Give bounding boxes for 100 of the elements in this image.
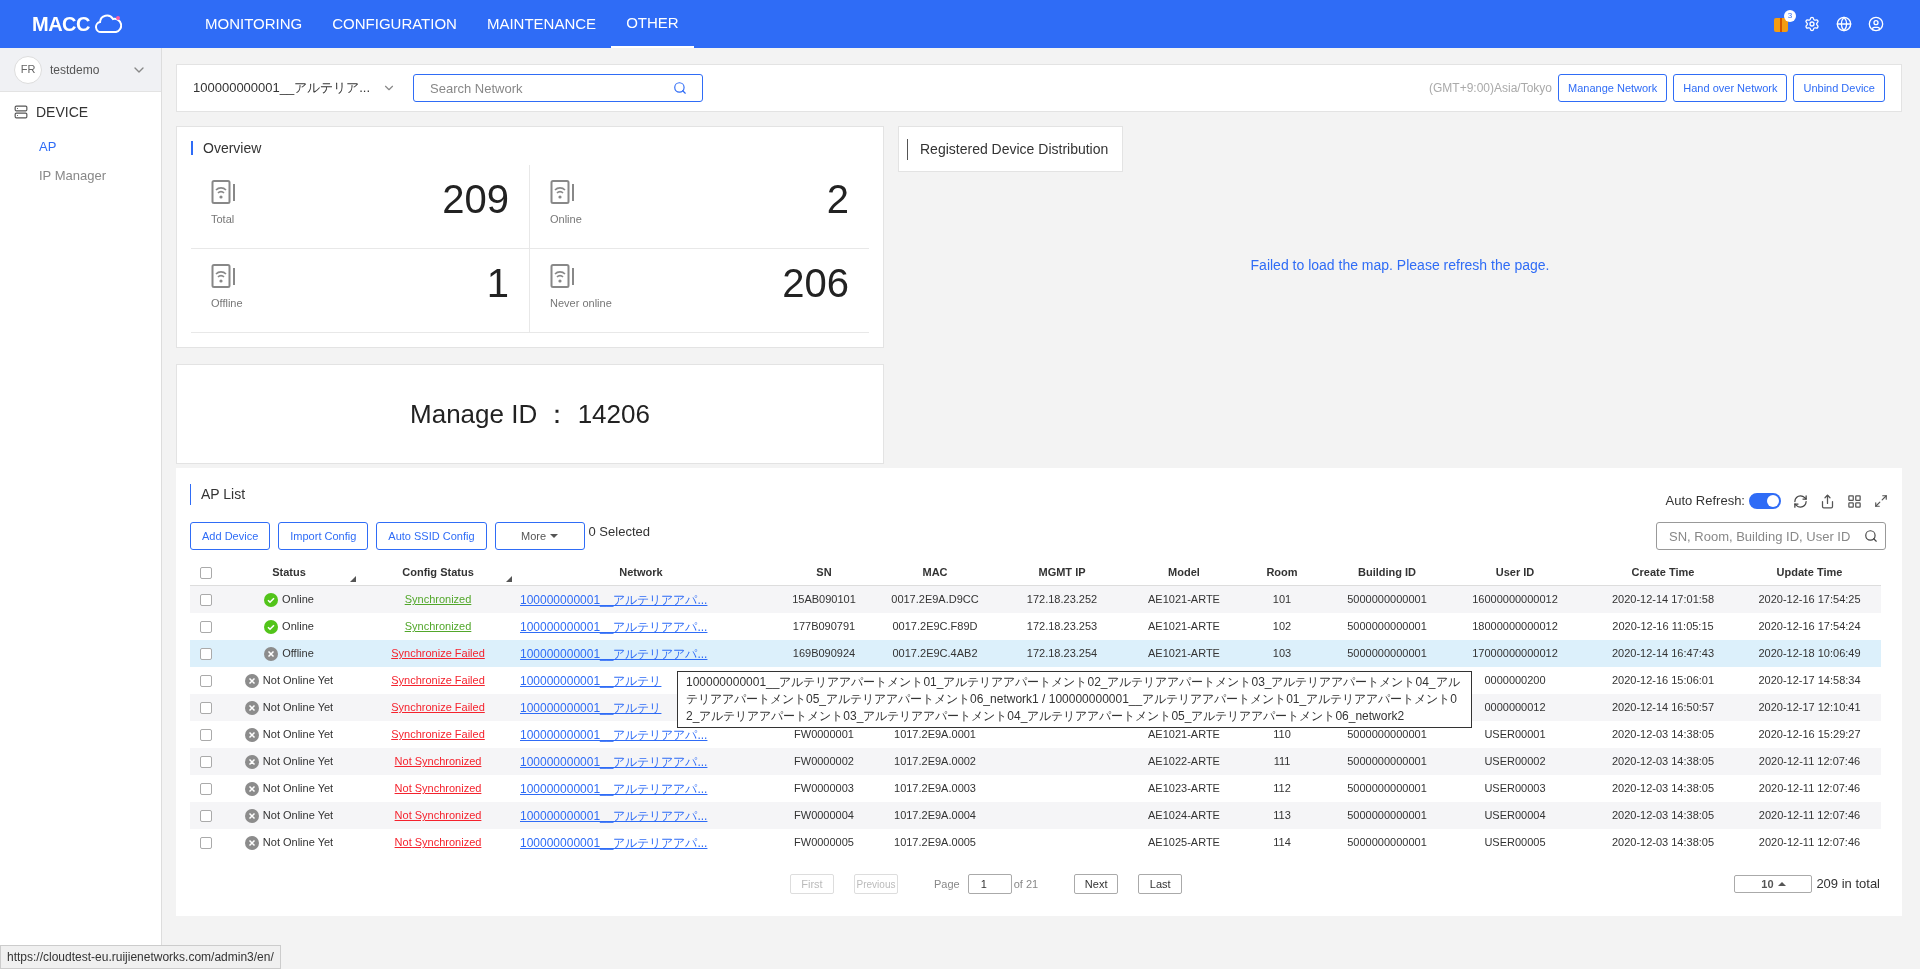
column-header: Network [619,565,663,581]
table-cell-text: AE1021-ARTE [1148,646,1220,662]
table-cell-text: AE1024-ARTE [1148,808,1220,824]
table-cell-text: AE1023-ARTE [1148,781,1220,797]
table-cell-text: AE1021-ARTE [1148,592,1220,608]
status-text: Not Online Yet [262,700,334,716]
table-cell-text: 2020-12-03 14:38:05 [1611,754,1715,770]
table-cell-text: AE1021-ARTE [1148,727,1220,743]
table-cell-text: FW0000005 [794,835,854,851]
page-label: Page [934,876,960,892]
table-cell-text: 2020-12-14 16:50:57 [1611,700,1715,716]
table-cell-text: 5000000000001 [1347,646,1427,662]
table-cell-text: 169B090924 [792,646,856,662]
column-header: Building ID [1357,565,1416,581]
map-error-message: Failed to load the map. Please refresh the page. [1250,255,1550,275]
column-header: Model [1168,565,1200,581]
section-title: Registered Device Distribution [907,138,1109,160]
table-cell-text: 16000000000012 [1472,592,1558,608]
column-header: MAC [922,565,948,581]
table-cell-text: 0000000012 [1484,700,1546,716]
table-cell-text: 2020-12-16 17:54:25 [1758,592,1861,608]
stat-label: Online [550,212,582,227]
table-cell-text: 2020-12-11 12:07:46 [1758,835,1861,851]
status-text: Online [282,619,314,635]
column-header: User ID [1495,565,1535,581]
table-cell-text: 2020-12-18 10:06:49 [1758,646,1861,662]
table-cell-text: 2020-12-03 14:38:05 [1611,835,1715,851]
column-header: Room [1266,565,1298,581]
status-text: Not Online Yet [262,781,334,797]
selected-count: 0 Selected [588,523,650,541]
table-cell-text: 1017.2E9A.0003 [894,781,976,797]
table-cell-text: 2020-12-11 12:07:46 [1758,754,1861,770]
table-cell-text: 5000000000001 [1347,619,1427,635]
table-cell-text: 0000000200 [1484,673,1546,689]
table-cell-text: 1017.2E9A.0002 [894,754,976,770]
section-title: Overview [191,141,869,155]
table-cell-text: 2020-12-16 17:54:24 [1758,619,1861,635]
table-cell-text: AE1021-ARTE [1148,619,1220,635]
table-cell-text: FW0000003 [794,781,854,797]
table-cell-text: 111 [1273,754,1291,770]
table-cell-text: 2020-12-16 15:29:27 [1758,727,1861,743]
notification-count: 3 [1784,10,1796,22]
table-cell-text: FW0000004 [794,808,854,824]
table-cell-text: FW0000001 [794,727,854,743]
column-header: MGMT IP [1038,565,1086,581]
table-cell-text: USER00005 [1484,835,1546,851]
table-cell-text: 2020-12-16 15:06:01 [1611,673,1715,689]
auto-refresh-label: Auto Refresh: [1665,492,1745,511]
table-cell-text: 172.18.23.252 [1026,592,1098,608]
table-cell-text: 172.18.23.253 [1026,619,1098,635]
table-cell-text: 2020-12-03 14:38:05 [1611,808,1715,824]
table-cell-text: 103 [1272,646,1292,662]
table-cell-text: 2020-12-17 12:10:41 [1758,700,1861,716]
table-cell-text: 5000000000001 [1347,754,1427,770]
column-header: Config Status [402,565,474,581]
table-cell-text: 5000000000001 [1347,835,1427,851]
section-title: AP List [190,483,246,505]
table-cell-text: 5000000000001 [1347,592,1427,608]
table-cell-text: 5000000000001 [1347,808,1427,824]
table-cell-text: 2020-12-11 12:07:46 [1758,781,1861,797]
status-text: Not Online Yet [262,808,334,824]
status-text: Online [282,592,314,608]
table-cell-text: 172.18.23.254 [1026,646,1098,662]
table-cell-text: 1017.2E9A.0005 [894,835,976,851]
table-cell-text: 101 [1272,592,1292,608]
table-cell-text: 102 [1272,619,1292,635]
table-cell-text: 2020-12-03 14:38:05 [1611,781,1715,797]
table-cell-text: USER00002 [1484,754,1546,770]
table-cell-text: 0017.2E9C.4AB2 [892,646,978,662]
timezone: (GMT+9:00)Asia/Tokyo [1428,80,1552,97]
stat-label: Offline [211,296,243,311]
table-cell-text: 15AB090101 [792,592,856,608]
table-cell-text: 5000000000001 [1347,727,1427,743]
table-cell-text: USER00003 [1484,781,1546,797]
stat-value: 209 [442,179,509,219]
user-name: testdemo [50,61,100,79]
table-cell-text: USER00004 [1484,808,1546,824]
table-cell-text: 1017.2E9A.0001 [894,727,976,743]
table-cell-text: 0017.2E9A.D9CC [891,592,979,608]
status-url: https://cloudtest-eu.ruijienetworks.com/admin3/en/ [0,945,281,969]
table-cell-text: 114 [1273,835,1291,851]
table-cell-text: 17000000000012 [1472,646,1558,662]
stat-label: Total [211,212,235,227]
stat-value: 2 [826,179,849,219]
table-cell-text: 2020-12-11 12:07:46 [1758,808,1861,824]
status-text: Not Online Yet [262,835,334,851]
table-cell-text: 18000000000012 [1472,619,1558,635]
table-cell-text: 113 [1273,808,1291,824]
column-header: Status [272,565,306,581]
status-text: Not Online Yet [262,673,334,689]
status-text: Offline [282,646,314,662]
status-text: Not Online Yet [262,727,334,743]
table-cell-text: 2020-12-14 17:01:58 [1611,592,1715,608]
table-cell-text: 1017.2E9A.0004 [894,808,976,824]
page-count: of 21 [1013,876,1039,892]
table-cell-text: USER00001 [1484,727,1546,743]
table-cell-text: AE1025-ARTE [1148,835,1220,851]
column-header: SN [816,565,832,581]
manage-id: Manage ID ： 14206 [410,397,650,431]
table-cell-text: 110 [1273,727,1291,743]
